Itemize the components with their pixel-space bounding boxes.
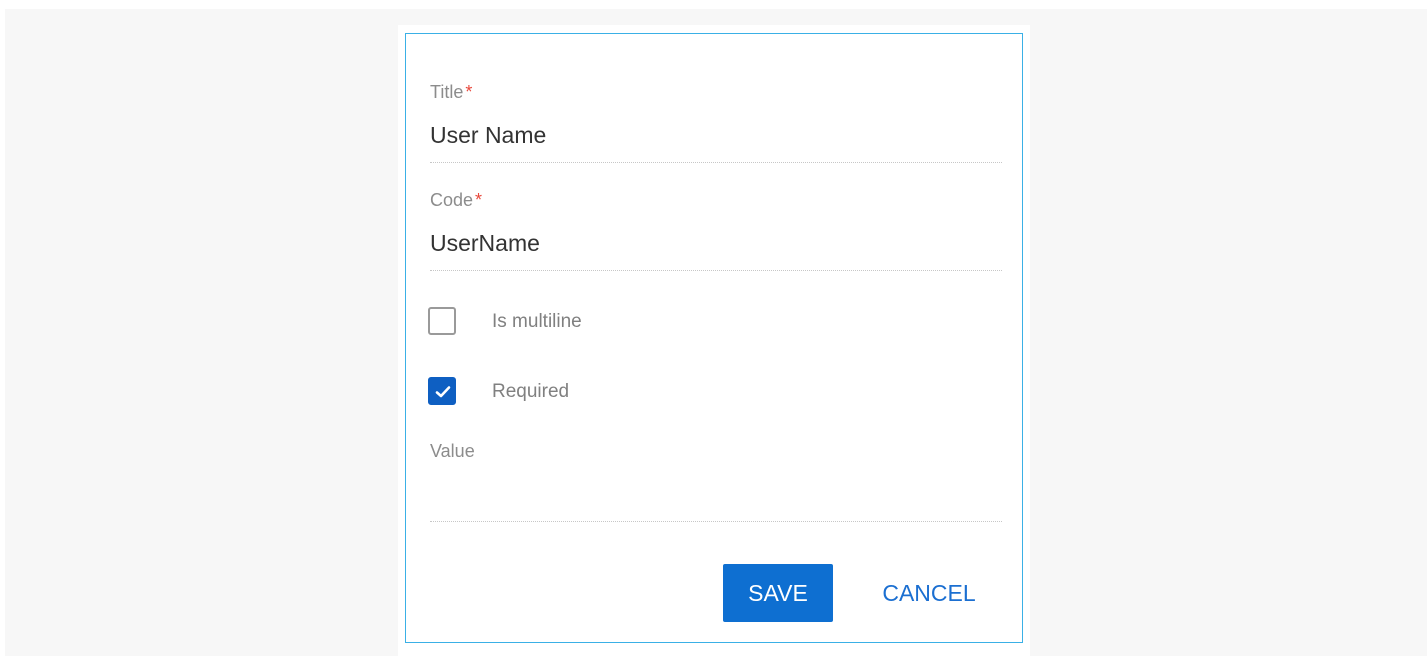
is-multiline-checkbox-row[interactable]: Is multiline [428, 307, 728, 339]
save-button[interactable]: SAVE [723, 564, 833, 622]
required-star: * [475, 190, 483, 210]
value-underline [430, 521, 1002, 522]
cancel-button[interactable]: CANCEL [864, 564, 994, 622]
required-star: * [465, 82, 473, 102]
title-field-label: Title * [430, 82, 472, 103]
code-field: Code * [430, 190, 1002, 274]
required-checkbox[interactable] [428, 377, 456, 405]
code-label-text: Code [430, 190, 474, 210]
is-multiline-checkbox[interactable] [428, 307, 456, 335]
required-label: Required [492, 381, 570, 402]
title-underline [430, 162, 1002, 163]
title-input[interactable] [430, 122, 1002, 149]
value-input[interactable] [430, 481, 1002, 508]
value-label-text: Value [430, 441, 475, 461]
required-checkbox-row[interactable]: Required [428, 377, 728, 409]
is-multiline-label: Is multiline [492, 311, 582, 332]
code-field-label: Code * [430, 190, 482, 211]
code-underline [430, 270, 1002, 271]
value-field: Value [430, 441, 1002, 525]
edit-field-dialog: Title* Code* Is multiline Required Value [405, 33, 1023, 643]
title-label-text: Title [430, 82, 464, 102]
value-field-label: Value [430, 441, 475, 462]
checkmark-icon [435, 386, 451, 398]
code-input[interactable] [430, 230, 1002, 257]
title-field: Title * [430, 82, 1002, 166]
